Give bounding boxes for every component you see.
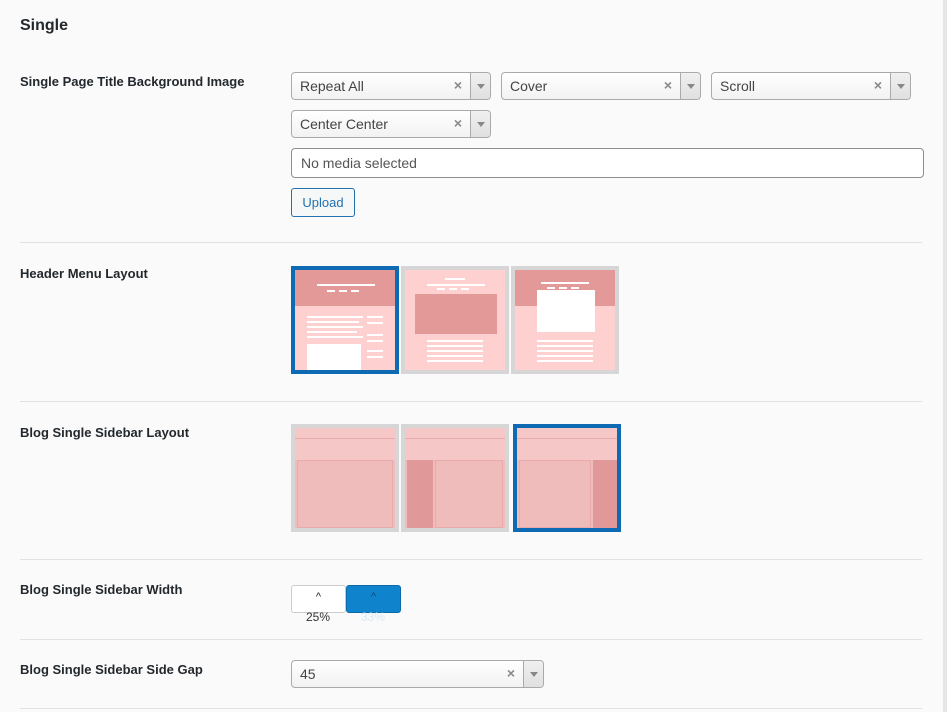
header-layout-3-option[interactable]	[511, 266, 619, 374]
title-bg-label: Single Page Title Background Image	[20, 74, 245, 89]
width-25-button[interactable]: ^	[291, 585, 346, 613]
clear-icon[interactable]: ×	[874, 77, 882, 93]
header-menu-label: Header Menu Layout	[20, 266, 148, 281]
divider	[20, 401, 922, 402]
chevron-down-icon[interactable]	[470, 111, 490, 137]
divider	[20, 242, 922, 243]
clear-icon[interactable]: ×	[507, 665, 515, 681]
bg-size-select[interactable]: Cover ×	[501, 72, 701, 100]
width-33-label: 33%	[361, 610, 386, 624]
sidebar-right-option[interactable]	[513, 424, 621, 532]
bg-repeat-value: Repeat All	[300, 78, 364, 94]
bg-size-value: Cover	[510, 78, 548, 94]
side-gap-label: Blog Single Sidebar Side Gap	[20, 662, 203, 677]
media-url-field[interactable]: No media selected	[291, 148, 924, 178]
caret-up-icon: ^	[370, 591, 377, 603]
divider	[20, 559, 922, 560]
caret-up-icon: ^	[315, 591, 322, 603]
width-25-label: 25%	[306, 610, 331, 624]
chevron-down-icon[interactable]	[890, 73, 910, 99]
bg-position-select[interactable]: Center Center ×	[291, 110, 491, 138]
bg-attachment-select[interactable]: Scroll ×	[711, 72, 911, 100]
chevron-down-icon[interactable]	[680, 73, 700, 99]
clear-icon[interactable]: ×	[664, 77, 672, 93]
clear-icon[interactable]: ×	[454, 115, 462, 131]
sidebar-width-label: Blog Single Sidebar Width	[20, 582, 183, 597]
bg-repeat-select[interactable]: Repeat All ×	[291, 72, 491, 100]
header-layout-1-option[interactable]	[291, 266, 399, 374]
section-title: Single	[20, 17, 69, 34]
chevron-down-icon[interactable]	[523, 661, 543, 687]
side-gap-value: 45	[300, 666, 316, 682]
bg-position-value: Center Center	[300, 116, 388, 132]
side-gap-select[interactable]: 45 ×	[291, 660, 544, 688]
divider	[20, 708, 922, 709]
upload-button[interactable]: Upload	[291, 188, 355, 217]
sidebar-none-option[interactable]	[291, 424, 399, 532]
sidebar-left-option[interactable]	[401, 424, 509, 532]
bg-attachment-value: Scroll	[720, 78, 756, 94]
sidebar-layout-label: Blog Single Sidebar Layout	[20, 425, 190, 440]
header-layout-2-option[interactable]	[401, 266, 509, 374]
page-scrollbar[interactable]	[943, 0, 947, 712]
divider	[20, 639, 922, 640]
width-33-button[interactable]: ^	[346, 585, 401, 613]
chevron-down-icon[interactable]	[470, 73, 490, 99]
clear-icon[interactable]: ×	[454, 77, 462, 93]
